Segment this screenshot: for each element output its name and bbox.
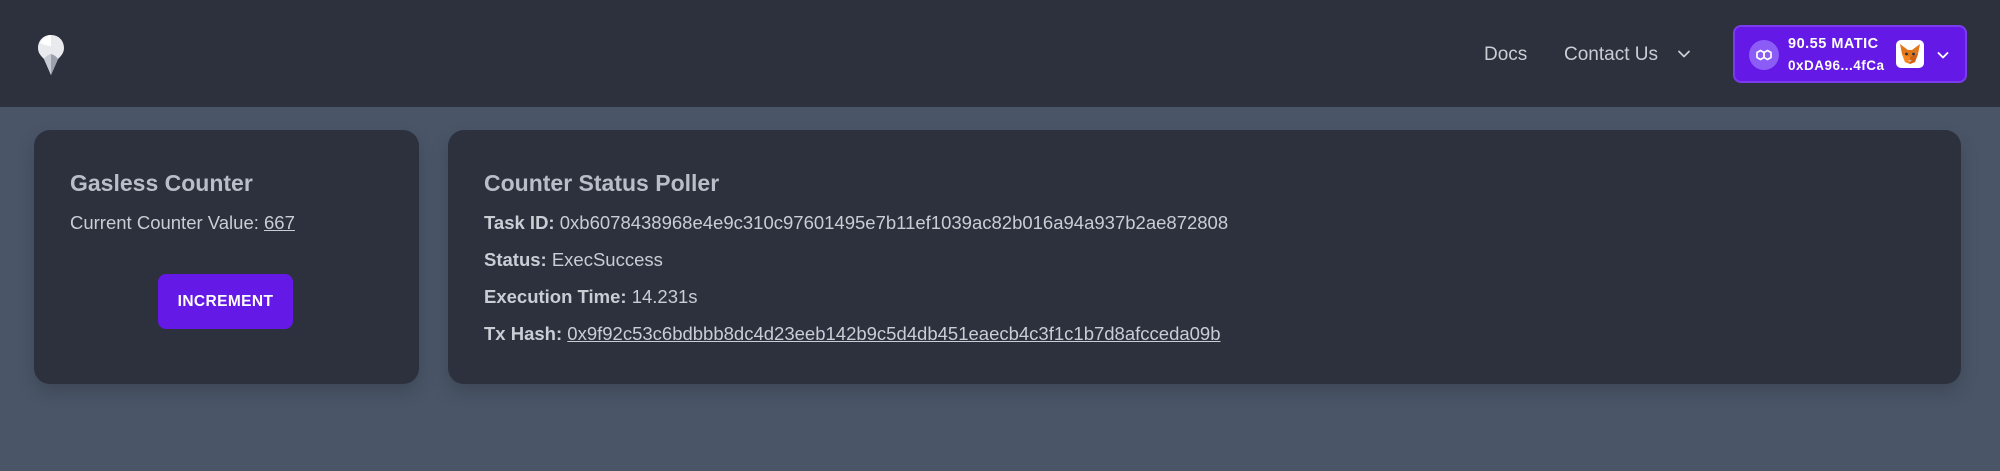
counter-card-title: Gasless Counter <box>70 170 253 196</box>
task-id-value: 0xb6078438968e4e9c310c97601495e7b11ef103… <box>559 212 1229 233</box>
poller-card-title: Counter Status Poller <box>484 170 720 196</box>
counter-value-line: Current Counter Value: 667 <box>70 212 295 234</box>
tx-hash-row: Tx Hash: 0x9f92c53c6bdbbb8dc4d23eeb142b9… <box>484 323 1221 345</box>
counter-status-poller-card: Counter Status Poller Task ID: 0xb607843… <box>448 130 1961 384</box>
top-navbar: Docs Contact Us 90.55 MATIC 0xDA96...4fC… <box>0 0 2000 107</box>
nav-docs-link[interactable]: Docs <box>1484 41 1527 69</box>
status-label: Status: <box>484 249 547 270</box>
status-row: Status: ExecSuccess <box>484 249 663 271</box>
metamask-fox-icon <box>1896 40 1924 68</box>
wallet-address: 0xDA96...4fCa <box>1788 58 1885 73</box>
execution-time-row: Execution Time: 14.231s <box>484 286 698 308</box>
counter-value[interactable]: 667 <box>264 212 295 233</box>
status-value: ExecSuccess <box>551 249 663 270</box>
task-id-row: Task ID: 0xb6078438968e4e9c310c97601495e… <box>484 212 1228 234</box>
nav-contact-us-link[interactable]: Contact Us <box>1564 41 1658 69</box>
tx-hash-label: Tx Hash: <box>484 323 563 344</box>
wallet-account-button[interactable]: 90.55 MATIC 0xDA96...4fCa <box>1733 25 1967 83</box>
execution-time-value: 14.231s <box>631 286 698 307</box>
polygon-icon <box>1749 40 1779 70</box>
gelato-drop-icon[interactable] <box>36 34 66 76</box>
chevron-down-icon[interactable] <box>1935 47 1951 63</box>
tx-hash-link[interactable]: 0x9f92c53c6bdbbb8dc4d23eeb142b9c5d4db451… <box>567 323 1220 344</box>
execution-time-label: Execution Time: <box>484 286 627 307</box>
counter-value-label: Current Counter Value: <box>70 212 265 233</box>
chevron-down-icon[interactable] <box>1675 45 1693 63</box>
increment-button[interactable]: INCREMENT <box>158 274 293 329</box>
wallet-balance: 90.55 MATIC <box>1788 36 1879 52</box>
gasless-counter-card: Gasless Counter Current Counter Value: 6… <box>34 130 419 384</box>
task-id-label: Task ID: <box>484 212 555 233</box>
